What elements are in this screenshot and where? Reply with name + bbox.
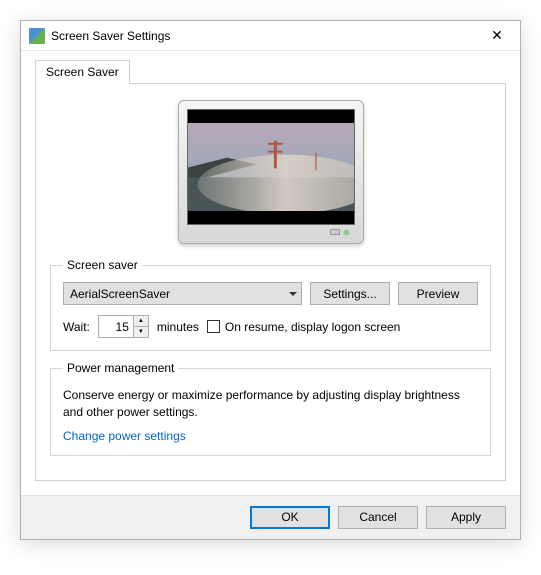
screen-saver-dialog: Screen Saver Settings ✕ Screen Saver [20, 20, 521, 540]
cancel-button[interactable]: Cancel [338, 506, 418, 529]
wait-spinner[interactable]: ▲ ▼ [98, 315, 149, 338]
settings-button[interactable]: Settings... [310, 282, 390, 305]
close-icon[interactable]: ✕ [484, 27, 510, 44]
tabs: Screen Saver [35, 59, 506, 83]
chevron-down-icon [289, 292, 297, 296]
screensaver-select[interactable]: AerialScreenSaver [63, 282, 302, 305]
wait-input[interactable] [99, 316, 133, 337]
monitor-screen [187, 109, 355, 225]
monitor-base [187, 225, 355, 239]
wait-up-button[interactable]: ▲ [134, 316, 148, 326]
screensaver-select-value: AerialScreenSaver [70, 287, 170, 301]
tab-label: Screen Saver [46, 65, 119, 79]
power-legend: Power management [63, 361, 178, 375]
screensaver-preview-image [188, 123, 354, 212]
monitor-frame [178, 100, 364, 244]
ok-button[interactable]: OK [250, 506, 330, 529]
monitor-led-deco [344, 230, 349, 235]
tab-screensaver[interactable]: Screen Saver [35, 60, 130, 84]
content-area: Screen Saver [21, 51, 520, 495]
screensaver-legend: Screen saver [63, 258, 142, 272]
titlebar: Screen Saver Settings ✕ [21, 21, 520, 51]
power-description: Conserve energy or maximize performance … [63, 387, 478, 421]
tab-panel: Screen saver AerialScreenSaver Settings.… [35, 83, 506, 481]
power-group: Power management Conserve energy or maxi… [50, 361, 491, 456]
monitor-preview [50, 100, 491, 244]
apply-button[interactable]: Apply [426, 506, 506, 529]
checkbox-box [207, 320, 220, 333]
app-icon [29, 28, 45, 44]
wait-unit: minutes [157, 320, 199, 334]
change-power-link[interactable]: Change power settings [63, 429, 186, 443]
monitor-button-deco [330, 229, 340, 235]
wait-label: Wait: [63, 320, 90, 334]
resume-checkbox[interactable]: On resume, display logon screen [207, 320, 400, 334]
screensaver-group: Screen saver AerialScreenSaver Settings.… [50, 258, 491, 351]
resume-label: On resume, display logon screen [225, 320, 400, 334]
window-title: Screen Saver Settings [51, 29, 484, 43]
dialog-buttons: OK Cancel Apply [21, 495, 520, 539]
wait-down-button[interactable]: ▼ [134, 326, 148, 337]
preview-button[interactable]: Preview [398, 282, 478, 305]
